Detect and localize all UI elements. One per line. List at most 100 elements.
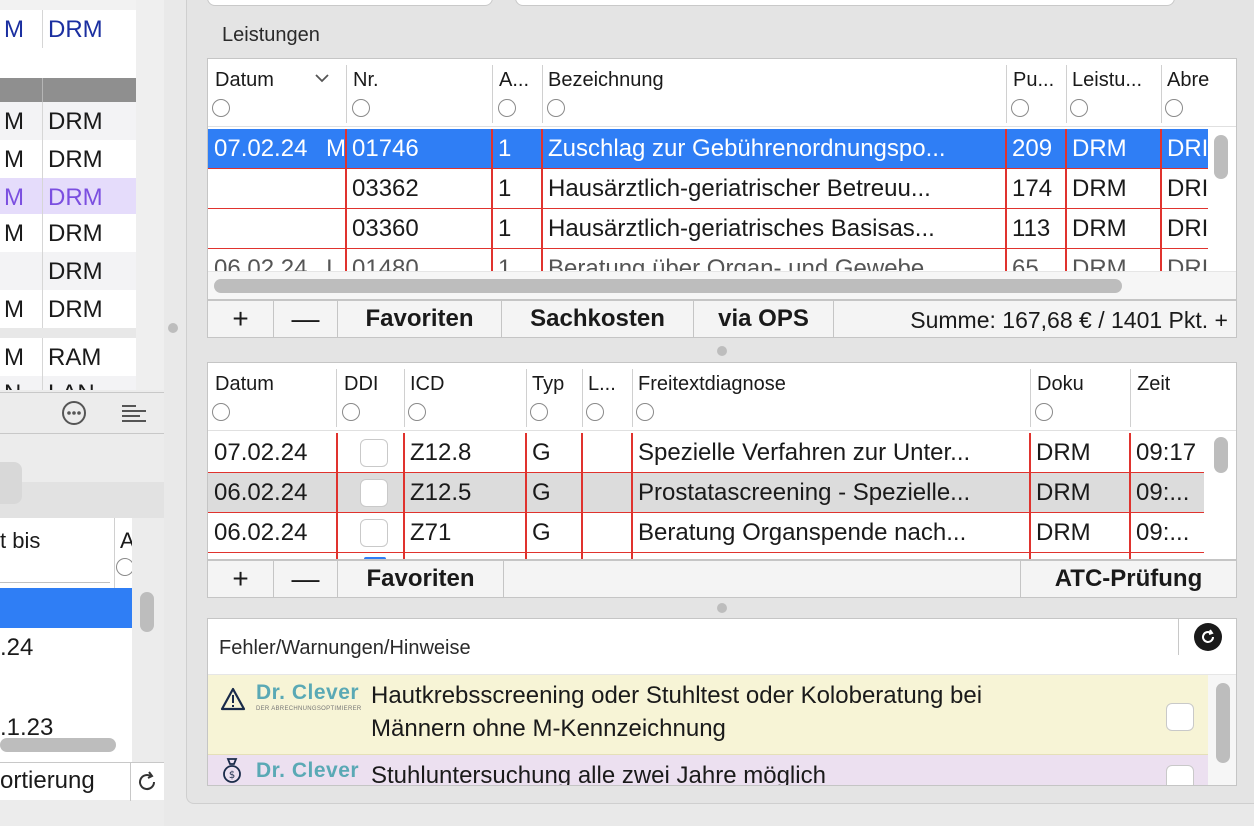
- leistungen-table[interactable]: Datum Nr. A... Bezeichnung Pu... Leistu.…: [207, 58, 1237, 300]
- filter-radio[interactable]: [1070, 99, 1088, 117]
- col-header-leistung[interactable]: Leistu...: [1072, 69, 1160, 92]
- col-header-datum[interactable]: Datum: [215, 373, 274, 396]
- list-row-partial[interactable]: N LAN: [0, 376, 136, 390]
- left-scroll-track[interactable]: [136, 0, 164, 390]
- list-row[interactable]: M DRM: [0, 10, 136, 48]
- col-header-ddi[interactable]: DDI: [344, 373, 378, 396]
- filter-radio[interactable]: [1165, 99, 1183, 117]
- via-ops-button[interactable]: via OPS: [694, 301, 834, 337]
- summe-label[interactable]: Summe: 167,68 € / 1401 Pkt. +: [844, 301, 1234, 339]
- hinweis-item[interactable]: $ Dr. Clever Stuhluntersuchung alle zwei…: [208, 755, 1208, 785]
- hinweis-checkbox[interactable]: [1166, 765, 1194, 785]
- filter-radio[interactable]: [547, 99, 565, 117]
- filter-radio[interactable]: [212, 403, 230, 421]
- table-row[interactable]: 06.02.24 Z71 G Beratung Organspende nach…: [208, 513, 1204, 553]
- table-row[interactable]: 03362 1 Hausärztlich-geriatrischer Betre…: [208, 169, 1208, 209]
- cell-icd: Z12.8: [410, 439, 472, 466]
- col-header-punkte[interactable]: Pu...: [1013, 69, 1065, 92]
- favoriten-button[interactable]: Favoriten: [338, 561, 504, 597]
- col-header-nr[interactable]: Nr.: [353, 69, 379, 92]
- ddi-checkbox[interactable]: [360, 519, 388, 547]
- header-underline: [0, 582, 110, 583]
- sort-chevron-icon[interactable]: [314, 71, 330, 89]
- filter-radio[interactable]: [352, 99, 370, 117]
- col-header-zeit[interactable]: Zeit: [1137, 373, 1170, 396]
- list-row[interactable]: .24: [0, 628, 132, 668]
- horizontal-scroll-thumb[interactable]: [0, 738, 116, 752]
- section-splitter-handle[interactable]: [717, 346, 727, 356]
- list-row[interactable]: M DRM: [0, 140, 136, 178]
- vertical-scroll-thumb[interactable]: [1216, 683, 1230, 763]
- col-header-icd[interactable]: ICD: [410, 373, 444, 396]
- horizontal-scroll-thumb[interactable]: [214, 279, 1122, 293]
- filter-radio[interactable]: [342, 403, 360, 421]
- add-leistung-button[interactable]: +: [208, 301, 274, 337]
- grid-line: [345, 129, 347, 271]
- col-header-anzahl[interactable]: A...: [499, 69, 529, 92]
- col-header-bezeichnung[interactable]: Bezeichnung: [548, 69, 664, 92]
- col-header-typ[interactable]: Typ: [532, 373, 564, 396]
- filter-radio[interactable]: [498, 99, 516, 117]
- vertical-scroll-track[interactable]: [1208, 675, 1236, 785]
- list-row[interactable]: M RAM: [0, 338, 136, 376]
- table-row[interactable]: 07.02.24 Z12.8 G Spezielle Verfahren zur…: [208, 433, 1204, 473]
- section-splitter-handle[interactable]: [717, 603, 727, 613]
- vertical-scroll-thumb[interactable]: [1214, 135, 1228, 179]
- hinweis-checkbox[interactable]: [1166, 703, 1194, 731]
- vertical-scroll-thumb[interactable]: [140, 592, 154, 632]
- table-row-selected[interactable]: 07.02.24 M 01746 1 Zuschlag zur Gebühren…: [208, 129, 1208, 169]
- col-header-freitext[interactable]: Freitextdiagnose: [638, 373, 786, 396]
- refresh-icon[interactable]: [1194, 623, 1222, 651]
- filter-radio[interactable]: [212, 99, 230, 117]
- col-header-datum[interactable]: Datum: [215, 69, 274, 92]
- sort-label[interactable]: ortierung: [0, 767, 95, 795]
- grid-line: [1005, 129, 1007, 271]
- filter-radio[interactable]: [1035, 403, 1053, 421]
- top-field-left[interactable]: [207, 0, 493, 6]
- cell-nr: 01746: [352, 135, 419, 162]
- hinweis-item[interactable]: Dr. Clever DER ABRECHNUNGSOPTIMIERER Hau…: [208, 675, 1208, 755]
- remove-diagnose-button[interactable]: —: [274, 561, 338, 597]
- filter-radio[interactable]: [530, 403, 548, 421]
- col-header-l[interactable]: L...: [588, 373, 616, 396]
- filter-radio[interactable]: [1011, 99, 1029, 117]
- filter-radio[interactable]: [636, 403, 654, 421]
- table-row[interactable]: 06.02.24 Z12.5 G Prostatascreening - Spe…: [208, 473, 1204, 513]
- vertical-scroll-thumb[interactable]: [1214, 437, 1228, 473]
- list-row[interactable]: DRM: [0, 252, 136, 290]
- ddi-checkbox[interactable]: [360, 439, 388, 467]
- column-divider: [42, 78, 43, 102]
- align-left-icon[interactable]: [120, 403, 148, 425]
- atc-pruefung-button[interactable]: ATC-Prüfung: [1020, 561, 1236, 597]
- pane-splitter-handle[interactable]: [168, 323, 178, 333]
- sachkosten-button[interactable]: Sachkosten: [502, 301, 694, 337]
- col-header-doku[interactable]: Doku: [1037, 373, 1084, 396]
- segment-control-edge[interactable]: [0, 462, 22, 504]
- left-bottom-table[interactable]: t bis A .24 .1.23: [0, 518, 132, 762]
- list-row[interactable]: M DRM: [0, 290, 136, 328]
- filter-radio[interactable]: [586, 403, 604, 421]
- filter-radio[interactable]: [116, 558, 132, 576]
- horizontal-scroll-track[interactable]: [208, 271, 1236, 299]
- more-options-icon[interactable]: [62, 401, 86, 425]
- filter-radio[interactable]: [408, 403, 426, 421]
- col-header-abrechnung[interactable]: Abre: [1167, 69, 1211, 92]
- leistungen-button-bar: + — Favoriten Sachkosten via OPS Summe: …: [207, 300, 1237, 338]
- add-diagnose-button[interactable]: +: [208, 561, 274, 597]
- refresh-icon[interactable]: [134, 769, 160, 795]
- left-list-table[interactable]: M DRM M DRM M DRM M DRM M DRM DRM M DRM …: [0, 0, 136, 390]
- grid-line: [1129, 433, 1131, 559]
- list-row-selected[interactable]: [0, 588, 132, 628]
- table-row[interactable]: 03360 1 Hausärztlich-geriatrisches Basis…: [208, 209, 1208, 249]
- cell-abrechnung: DRI: [1167, 135, 1208, 162]
- ddi-checkbox[interactable]: [360, 479, 388, 507]
- list-row[interactable]: M DRM: [0, 214, 136, 252]
- table-row-partial[interactable]: 06.02.24 I 01480 1 Beratung über Organ- …: [208, 249, 1208, 271]
- top-field-right[interactable]: [515, 0, 1175, 6]
- diagnosen-table[interactable]: Datum DDI ICD Typ L... Freitextdiagnose …: [207, 362, 1237, 560]
- list-row[interactable]: M DRM: [0, 102, 136, 140]
- remove-leistung-button[interactable]: —: [274, 301, 338, 337]
- grid-line: [631, 433, 633, 559]
- favoriten-button[interactable]: Favoriten: [338, 301, 502, 337]
- list-row-highlighted[interactable]: M DRM: [0, 178, 136, 216]
